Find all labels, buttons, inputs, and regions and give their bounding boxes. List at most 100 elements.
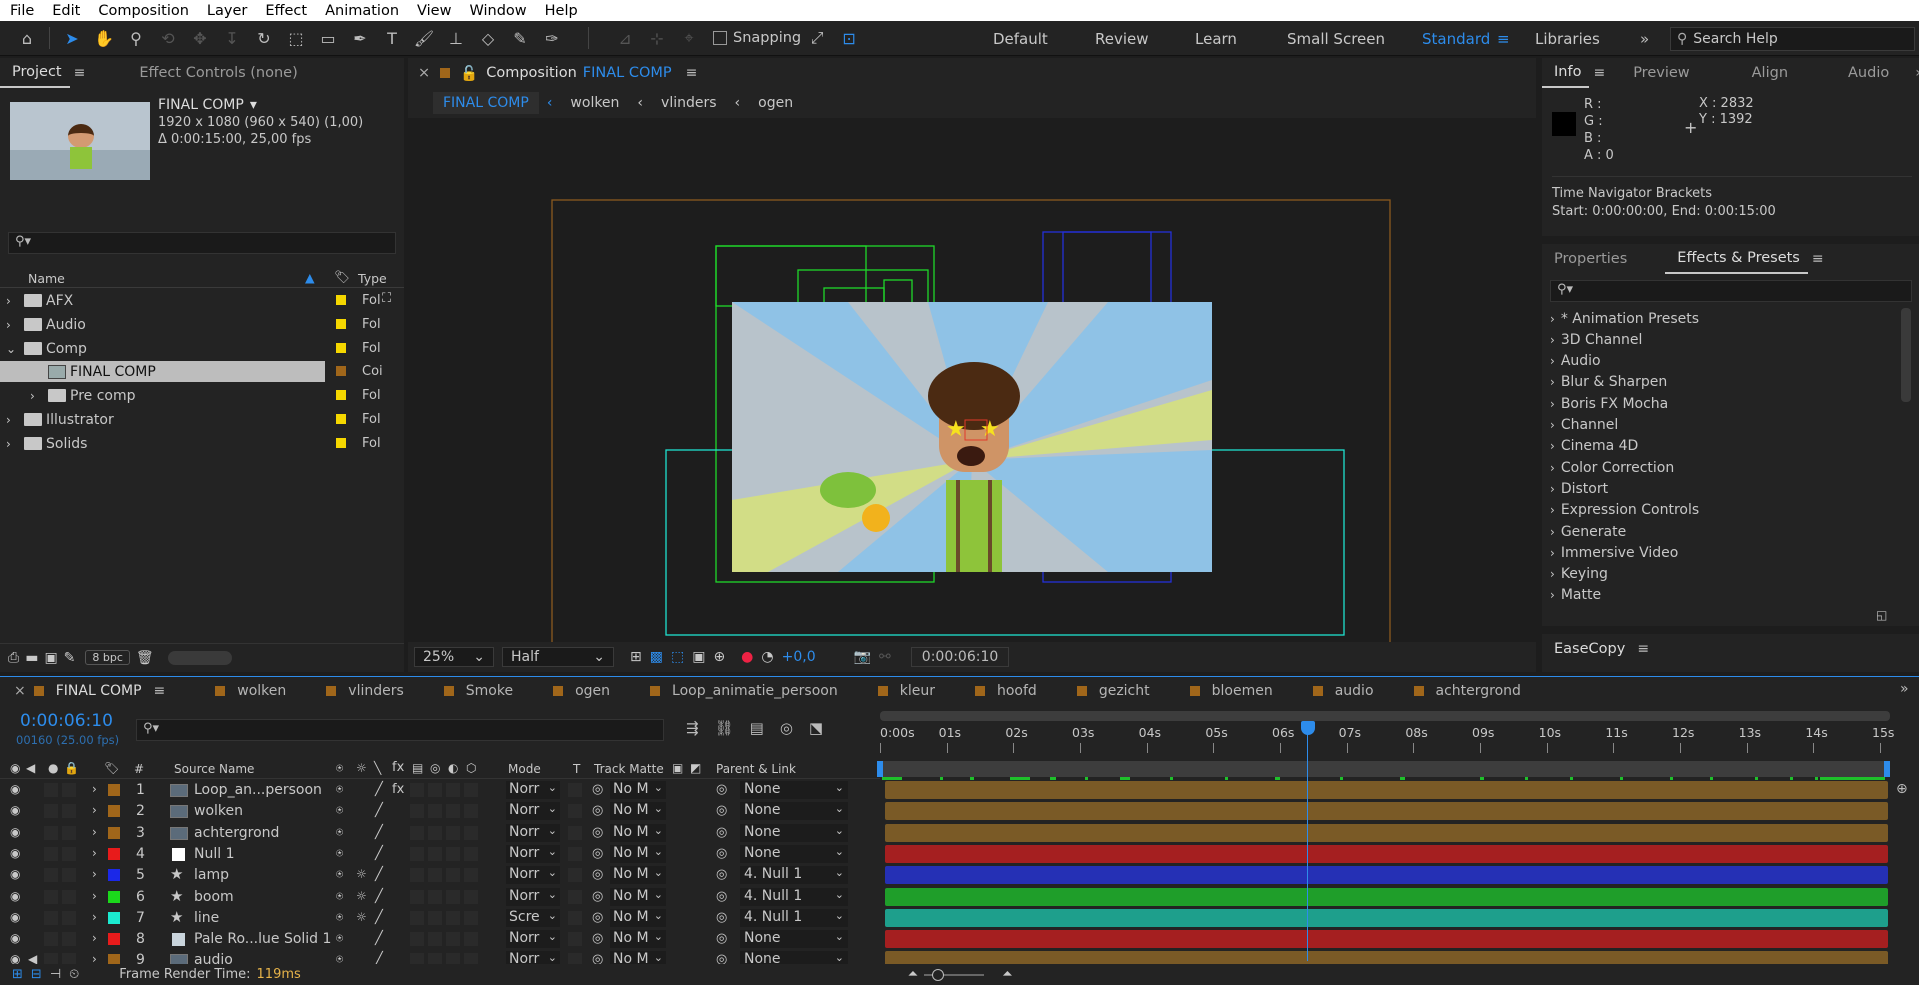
switch-cell[interactable] bbox=[410, 910, 424, 925]
track-matte-pickwhip-icon[interactable]: ◎ bbox=[592, 867, 603, 882]
column-name[interactable]: Name bbox=[28, 271, 65, 286]
menu-composition[interactable]: Composition bbox=[88, 3, 197, 19]
switch-cell[interactable] bbox=[428, 846, 442, 861]
effects-category[interactable]: › Color Correction bbox=[1542, 457, 1892, 478]
eye-icon[interactable]: ◉ bbox=[10, 825, 20, 839]
time-ruler[interactable]: 0:00s 01s 02s 03s 04s 05s 06s 07s 08s 09s 10s 11s 12… bbox=[877, 711, 1894, 780]
breadcrumb-final-comp[interactable]: FINAL COMP bbox=[433, 92, 539, 114]
matte-invert-icon[interactable]: ◩ bbox=[690, 761, 701, 775]
timeline-tab[interactable]: bloemen bbox=[1189, 683, 1273, 699]
lock-switch[interactable] bbox=[62, 889, 76, 904]
menu-animation[interactable]: Animation bbox=[315, 3, 407, 19]
layer-row[interactable]: ◉ › 6 ★ boom ⍟ ☼ ╱ Norr ⌄ ◎ No M ⌄ ◎ 4. Null 1 ⌄ bbox=[0, 887, 880, 908]
switch-cell[interactable] bbox=[464, 868, 478, 883]
hand-tool-icon[interactable]: ✋ bbox=[91, 25, 117, 51]
layer-label-swatch[interactable] bbox=[108, 869, 120, 882]
shy-switch-icon[interactable]: ⍟ bbox=[336, 782, 343, 797]
composition-flowchart-icon[interactable]: ⇶ bbox=[686, 719, 699, 737]
layer-name[interactable]: Loop_an...persoon bbox=[194, 782, 322, 798]
eye-icon[interactable]: ◉ bbox=[10, 761, 20, 775]
timeline-tab[interactable]: achtergrond bbox=[1413, 683, 1521, 699]
blend-mode-dropdown[interactable]: Norr ⌄ bbox=[506, 823, 560, 842]
preserve-transparency-switch[interactable] bbox=[568, 846, 582, 861]
chevron-right-icon[interactable]: › bbox=[6, 294, 11, 308]
quality-switch-icon[interactable]: ╱ bbox=[375, 782, 383, 797]
menu-file[interactable]: File bbox=[0, 3, 42, 19]
timeline-tab[interactable]: vlinders bbox=[326, 683, 404, 699]
switch-cell[interactable] bbox=[410, 846, 424, 861]
timeline-tab[interactable]: hoofd bbox=[974, 683, 1037, 699]
effects-category[interactable]: › * Animation Presets bbox=[1542, 308, 1892, 329]
preserve-transparency-switch[interactable] bbox=[568, 889, 582, 904]
layer-name[interactable]: lamp bbox=[194, 867, 229, 883]
shy-switch-icon[interactable]: ⍟ bbox=[336, 825, 343, 840]
frame-blend-switch-icon[interactable]: ▤ bbox=[412, 761, 423, 775]
sort-ascending-icon[interactable]: ▲ bbox=[305, 270, 315, 285]
layer-row[interactable]: ◉ › 2 wolken ⍟ ╱ Norr ⌄ ◎ No M ⌄ ◎ None ⌄ bbox=[0, 801, 880, 822]
effects-switch-icon[interactable]: fx bbox=[392, 760, 404, 775]
switch-cell[interactable] bbox=[410, 868, 424, 883]
lock-switch[interactable] bbox=[62, 910, 76, 925]
breadcrumb-vlinders[interactable]: vlinders bbox=[651, 95, 727, 111]
menu-effect[interactable]: Effect bbox=[255, 3, 315, 19]
exposure-reset-icon[interactable]: ◔ bbox=[761, 649, 773, 665]
effects-menu-icon[interactable]: ≡ bbox=[1808, 251, 1834, 267]
layer-label-swatch[interactable] bbox=[108, 847, 120, 860]
switch-cell[interactable] bbox=[410, 889, 424, 904]
track-matte-pickwhip-icon[interactable]: ◎ bbox=[592, 782, 603, 797]
layer-label-swatch[interactable] bbox=[108, 805, 120, 818]
workspace-standard[interactable]: Standard bbox=[1422, 30, 1490, 48]
roto-brush-icon[interactable]: ✎ bbox=[507, 25, 533, 51]
show-snapshot-icon[interactable]: ⚯ bbox=[879, 649, 891, 665]
view-axis-icon[interactable]: ⌖ bbox=[676, 25, 702, 51]
blend-mode-dropdown[interactable]: Norr ⌄ bbox=[506, 930, 560, 949]
label-swatch[interactable] bbox=[336, 390, 346, 400]
quality-switch-icon[interactable]: ╱ bbox=[375, 889, 383, 904]
switch-cell[interactable] bbox=[446, 825, 460, 840]
preserve-transparency-switch[interactable] bbox=[568, 932, 582, 947]
orbit-camera-icon[interactable]: ⟲ bbox=[155, 25, 181, 51]
track-matte-pickwhip-icon[interactable]: ◎ bbox=[592, 931, 603, 946]
layer-duration-bar[interactable] bbox=[885, 802, 1888, 821]
delete-icon[interactable]: 🗑 bbox=[136, 650, 154, 666]
flowchart-icon[interactable]: ⛶ bbox=[382, 291, 391, 306]
comp-tab-name[interactable]: FINAL COMP bbox=[583, 65, 672, 81]
puppet-pin-icon[interactable]: ✑ bbox=[539, 25, 565, 51]
track-matte-pickwhip-icon[interactable]: ◎ bbox=[592, 910, 603, 925]
shy-switch-icon[interactable]: ⍟ bbox=[336, 931, 343, 946]
chevron-right-icon[interactable]: › bbox=[92, 846, 97, 860]
solo-icon[interactable]: ● bbox=[48, 761, 58, 775]
layer-label-swatch[interactable] bbox=[108, 933, 120, 946]
blend-mode-dropdown[interactable]: Norr ⌄ bbox=[506, 802, 560, 821]
switch-cell[interactable] bbox=[446, 910, 460, 925]
chevron-right-icon[interactable]: › bbox=[92, 867, 97, 881]
menu-help[interactable]: Help bbox=[535, 3, 586, 19]
switch-cell[interactable] bbox=[428, 889, 442, 904]
quality-switch-icon[interactable]: ╱ bbox=[375, 803, 383, 818]
effects-category[interactable]: › Boris FX Mocha bbox=[1542, 393, 1892, 414]
chevron-right-icon[interactable]: › bbox=[92, 782, 97, 796]
exposure-value[interactable]: +0,0 bbox=[782, 649, 816, 665]
blend-mode-dropdown[interactable]: Norr ⌄ bbox=[506, 866, 560, 885]
shy-switch-icon[interactable]: ⍟ bbox=[336, 889, 343, 904]
home-icon[interactable]: ⌂ bbox=[14, 25, 40, 51]
workspace-review[interactable]: Review bbox=[1095, 30, 1149, 48]
frame-blending-icon[interactable]: ▤ bbox=[750, 719, 764, 737]
solo-switch[interactable] bbox=[44, 846, 58, 861]
parent-dropdown[interactable]: None ⌄ bbox=[740, 844, 848, 863]
layer-duration-bar[interactable] bbox=[885, 866, 1888, 885]
workspace-learn[interactable]: Learn bbox=[1195, 30, 1237, 48]
channels-icon[interactable]: ● bbox=[741, 649, 753, 665]
layer-name[interactable]: line bbox=[194, 910, 219, 926]
effects-scrollbar[interactable] bbox=[1901, 308, 1911, 402]
breadcrumb-wolken[interactable]: wolken bbox=[560, 95, 629, 111]
blend-mode-dropdown[interactable]: Norr ⌄ bbox=[506, 844, 560, 863]
project-settings-icon[interactable]: ✎ bbox=[64, 650, 76, 666]
chevron-right-icon[interactable]: › bbox=[6, 437, 11, 451]
selection-tool-icon[interactable]: ➤ bbox=[59, 25, 85, 51]
guides-icon[interactable]: ⊕ bbox=[713, 649, 725, 665]
switch-cell[interactable] bbox=[410, 783, 424, 797]
parent-dropdown[interactable]: None ⌄ bbox=[740, 781, 848, 799]
snapping-checkbox[interactable] bbox=[713, 31, 727, 45]
snap-features-icon[interactable]: ⊡ bbox=[836, 25, 862, 51]
